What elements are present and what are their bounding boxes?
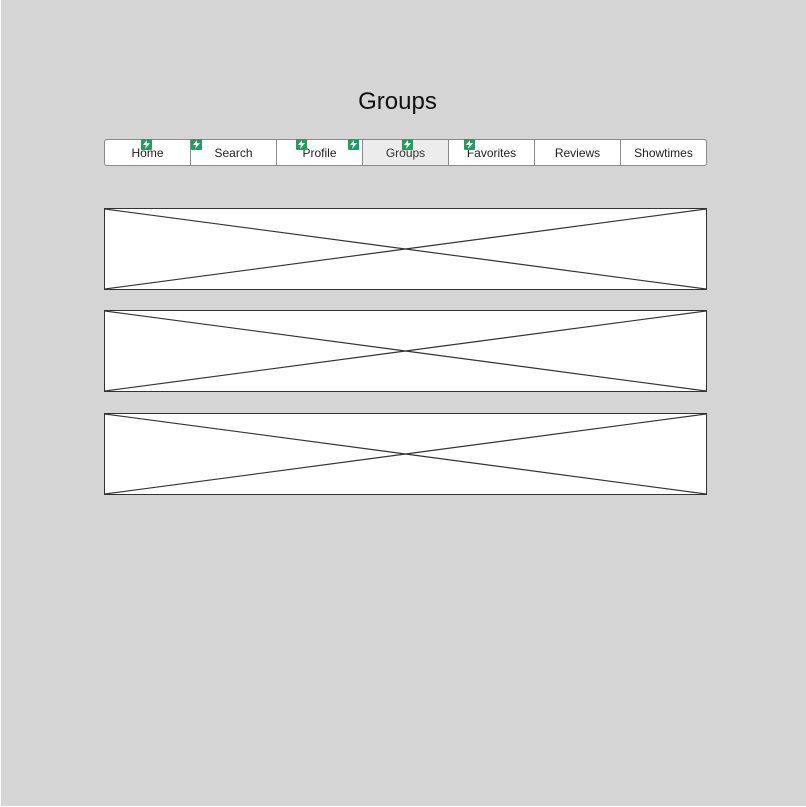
- wireframe-canvas: Groups Home Search Profile Groups Favori…: [1, 0, 806, 806]
- image-placeholder: [104, 310, 707, 392]
- tab-favorites[interactable]: Favorites: [448, 140, 534, 165]
- image-placeholder: [104, 413, 707, 495]
- tab-reviews[interactable]: Reviews: [534, 140, 620, 165]
- tab-label: Profile: [302, 146, 337, 160]
- tab-label: Showtimes: [634, 146, 693, 160]
- lightning-bolt-icon[interactable]: [402, 139, 413, 150]
- lightning-bolt-icon[interactable]: [348, 139, 359, 150]
- lightning-bolt-icon[interactable]: [296, 139, 307, 150]
- image-placeholder: [104, 208, 707, 290]
- image-placeholder-icon: [105, 414, 706, 494]
- lightning-bolt-icon[interactable]: [141, 139, 152, 150]
- image-placeholder-icon: [105, 209, 706, 289]
- lightning-bolt-icon[interactable]: [191, 139, 202, 150]
- page-title: Groups: [358, 88, 437, 115]
- tab-showtimes[interactable]: Showtimes: [620, 140, 706, 165]
- tab-label: Reviews: [554, 146, 601, 160]
- lightning-bolt-icon[interactable]: [464, 139, 475, 150]
- image-placeholder-icon: [105, 311, 706, 391]
- tab-search[interactable]: Search: [190, 140, 276, 165]
- tab-label: Search: [214, 146, 253, 160]
